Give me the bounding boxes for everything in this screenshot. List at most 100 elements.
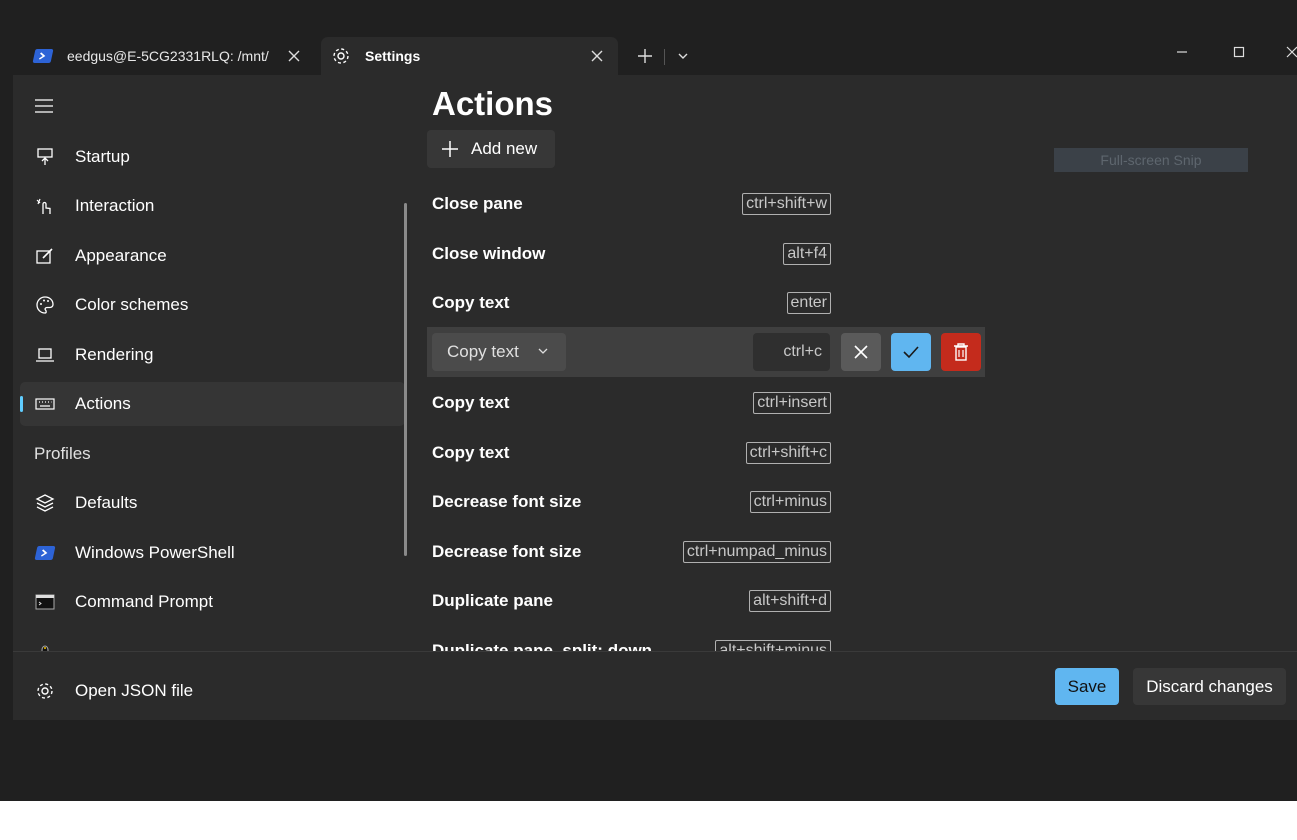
settings-navigation: Startup Interaction Appearance Color sch… [13,75,411,651]
action-type-dropdown[interactable]: Copy text [432,333,566,371]
hamburger-menu-icon[interactable] [33,95,55,117]
action-row[interactable]: Decrease font size ctrl+minus [427,480,847,526]
close-icon [854,345,868,359]
action-name: Duplicate pane, split: down [432,641,653,651]
keybinding-chip: ctrl+shift+w [742,193,831,215]
layers-icon [34,492,56,514]
tab-settings[interactable]: Settings [321,37,618,75]
sidebar-item-label: Color schemes [75,295,189,314]
keybinding-chip: ctrl+shift+c [745,442,831,464]
close-window-button[interactable] [1278,40,1297,64]
new-tab-button[interactable] [633,44,657,68]
action-name: Copy text [432,293,510,312]
keybinding-chip: ctrl+insert [753,392,831,414]
sidebar-item-label: Actions [75,394,131,413]
tab-terminal[interactable]: eedgus@E-5CG2331RLQ: /mnt/ [23,37,315,75]
action-edit-row: Copy text ctrl+c [427,327,985,377]
action-row[interactable]: Duplicate pane, split: down alt+shift+mi… [427,629,847,651]
minimize-button[interactable] [1168,40,1196,64]
minimize-icon [1177,51,1187,53]
action-row[interactable]: Duplicate pane alt+shift+d [427,579,847,625]
terminal-window: eedgus@E-5CG2331RLQ: /mnt/ Settings Star… [13,25,1297,720]
sidebar-item-appearance[interactable]: Appearance [20,234,405,278]
laptop-icon [34,344,56,366]
startup-icon [34,146,56,168]
open-json-file-button[interactable]: Open JSON file [20,671,405,711]
nav-scrollbar[interactable] [404,203,407,556]
action-name: Copy text [432,443,510,462]
keybinding-input[interactable]: ctrl+c [753,333,830,371]
keybinding-chip: alt+shift+minus [715,640,831,651]
keybinding-chip: enter [786,292,831,314]
cmd-icon [34,591,56,613]
action-row[interactable]: Copy text enter [427,281,847,327]
accept-edit-button[interactable] [891,333,931,371]
plus-icon [442,141,458,157]
tab-label: eedgus@E-5CG2331RLQ: /mnt/ [67,48,269,64]
interaction-icon [34,195,56,217]
sidebar-item-defaults[interactable]: Defaults [20,481,405,525]
action-row[interactable]: Close pane ctrl+shift+w [427,182,847,228]
sidebar-item-startup[interactable]: Startup [20,135,405,179]
action-name: Decrease font size [432,492,582,511]
tab-separator [664,49,665,65]
full-screen-snip-overlay: Full-screen Snip [1054,148,1248,172]
keybinding-chip: ctrl+minus [749,491,831,513]
keybinding-chip: ctrl+numpad_minus [682,541,831,563]
action-name: Decrease font size [432,542,582,561]
add-new-button[interactable]: Add new [427,130,555,168]
discard-changes-button[interactable]: Discard changes [1133,668,1286,705]
sidebar-item-interaction[interactable]: Interaction [20,184,405,228]
dropdown-value: Copy text [447,342,519,361]
keybinding-chip: alt+shift+d [749,590,831,612]
sidebar-item-rendering[interactable]: Rendering [20,333,405,377]
sidebar-item-label: Windows PowerShell [75,543,235,562]
sidebar-item-label: Startup [75,147,130,166]
action-name: Duplicate pane [432,591,553,610]
save-button[interactable]: Save [1055,668,1119,705]
palette-icon [34,294,56,316]
sidebar-item-windows-powershell[interactable]: Windows PowerShell [20,531,405,575]
tab-dropdown-button[interactable] [671,44,695,68]
sidebar-item-actions[interactable]: Actions [20,382,405,426]
profile-icon [34,641,56,651]
page-title: Actions [432,85,554,122]
sidebar-item-label: Rendering [75,345,154,364]
footer-divider [13,651,1297,652]
action-row[interactable]: Decrease font size ctrl+numpad_minus [427,530,847,576]
tab-label: Settings [365,48,421,64]
close-icon [1286,46,1297,58]
open-json-label: Open JSON file [75,681,194,700]
close-icon[interactable] [586,45,608,67]
sidebar-item-label: Interaction [75,196,155,215]
trash-icon [954,343,968,361]
chevron-down-icon [538,348,548,354]
keyboard-icon [34,393,56,415]
sidebar-item-label: Command Prompt [75,592,213,611]
cancel-edit-button[interactable] [841,333,881,371]
powershell-icon [34,542,56,564]
chevron-down-icon [678,53,688,59]
action-row[interactable]: Copy text ctrl+shift+c [427,431,847,477]
delete-action-button[interactable] [941,333,981,371]
add-new-label: Add new [471,139,538,158]
maximize-icon [1233,46,1245,58]
sidebar-item-partial[interactable] [20,630,405,651]
gear-icon [34,680,56,702]
action-name: Close window [432,244,546,263]
powershell-icon [32,46,54,66]
action-name: Copy text [432,393,510,412]
gear-icon [331,46,351,66]
sidebar-item-label: Defaults [75,493,138,512]
maximize-button[interactable] [1225,40,1253,64]
action-row[interactable]: Copy text ctrl+insert [427,381,847,427]
actions-page: Actions Add new Close pane ctrl+shift+w … [411,75,1297,651]
profiles-header: Profiles [34,444,91,463]
sidebar-item-command-prompt[interactable]: Command Prompt [20,580,405,624]
action-row[interactable]: Close window alt+f4 [427,232,847,278]
keybinding-chip: alt+f4 [783,243,831,265]
sidebar-item-color-schemes[interactable]: Color schemes [20,283,405,327]
title-bar: eedgus@E-5CG2331RLQ: /mnt/ Settings [13,25,1297,75]
checkmark-icon [903,346,919,359]
close-icon[interactable] [283,45,305,67]
